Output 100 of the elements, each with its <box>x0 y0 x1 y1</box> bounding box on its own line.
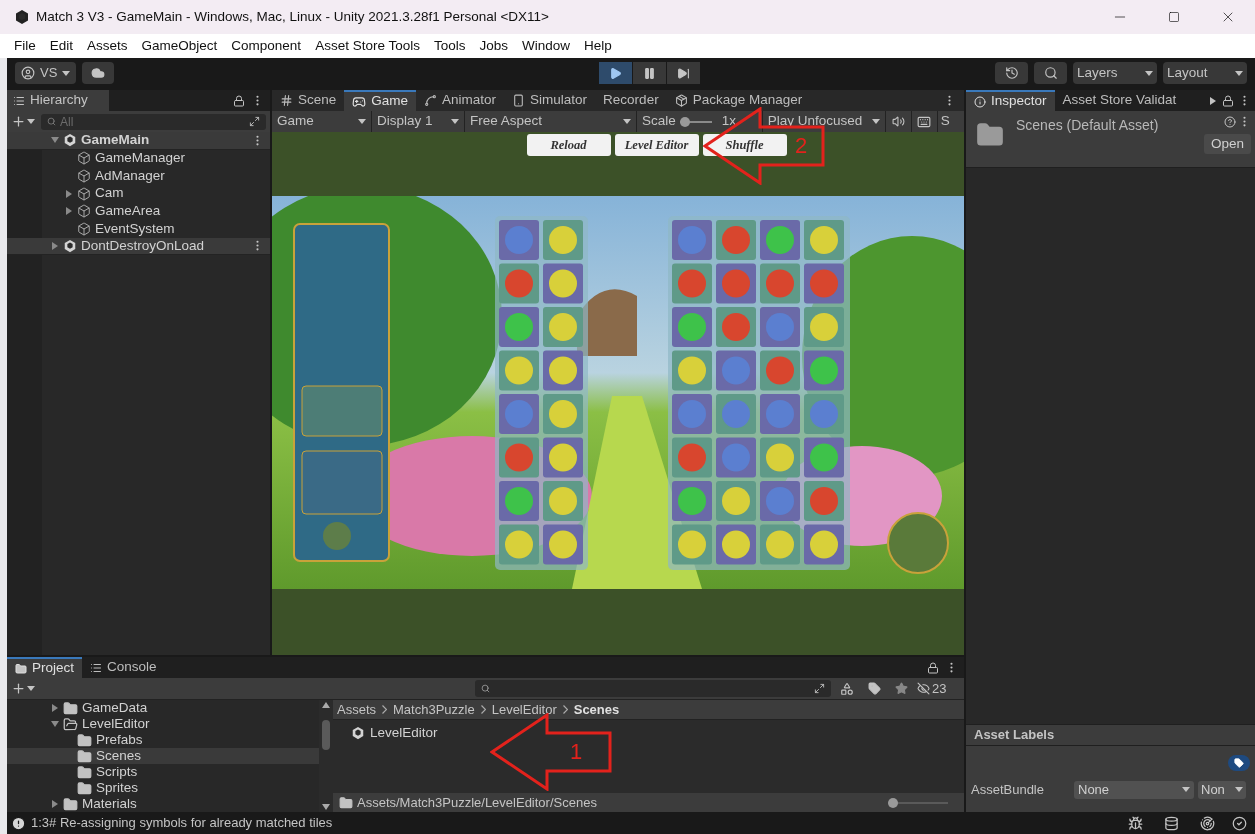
scroll-thumb[interactable] <box>322 720 330 750</box>
tree-arrow-icon[interactable] <box>51 720 59 728</box>
aspect-dropdown[interactable]: Free Aspect <box>465 111 637 132</box>
game-button[interactable]: Shuffle <box>702 134 787 156</box>
pause-button[interactable] <box>633 62 667 84</box>
asset-bundle-dropdown[interactable]: None <box>1074 780 1194 799</box>
tag-button[interactable] <box>1228 755 1250 771</box>
play-button[interactable] <box>599 62 633 84</box>
breadcrumb-item[interactable]: Assets <box>337 699 376 720</box>
add-button[interactable] <box>11 681 35 696</box>
tree-arrow-icon[interactable] <box>51 800 59 808</box>
panel-tab[interactable]: Package Manager <box>666 90 811 111</box>
display-dropdown[interactable]: Display 1 <box>372 111 465 132</box>
check-icon[interactable] <box>1232 815 1247 831</box>
favorite-icon[interactable] <box>895 682 908 695</box>
account-button[interactable]: VS <box>15 62 77 84</box>
panel-tab[interactable]: Recorder <box>595 90 667 111</box>
menu-item[interactable]: Tools <box>433 35 466 57</box>
panel-tab[interactable]: Inspector <box>966 90 1055 111</box>
type-filter-icon[interactable] <box>840 681 854 696</box>
cloud-button[interactable] <box>82 62 115 84</box>
hierarchy-item[interactable]: GameMain <box>7 132 270 150</box>
help-icon[interactable] <box>1224 115 1236 128</box>
breadcrumb-item[interactable]: Match3Puzzle <box>393 699 475 720</box>
hierarchy-label: EventSystem <box>95 219 175 238</box>
game-button[interactable]: Level Editor <box>614 134 699 156</box>
step-button[interactable] <box>667 62 701 84</box>
breadcrumb-item[interactable]: LevelEditor <box>491 699 557 720</box>
layers-dropdown[interactable]: Layers <box>1073 62 1157 84</box>
slider-thumb[interactable] <box>888 797 898 808</box>
lock-icon[interactable] <box>927 661 939 674</box>
panel-tab[interactable]: Project <box>7 657 83 678</box>
panel-tab[interactable]: Asset Store Validat <box>1054 90 1185 111</box>
asset-item[interactable]: LevelEditor <box>351 723 438 744</box>
panel-tab[interactable]: Hierarchy <box>7 90 109 111</box>
hierarchy-item[interactable]: DontDestroyOnLoad <box>7 237 270 256</box>
scrollbar[interactable] <box>319 700 333 812</box>
tree-arrow-icon[interactable] <box>65 189 73 198</box>
layout-dropdown[interactable]: Layout <box>1163 62 1247 84</box>
network-icon[interactable] <box>1200 815 1215 831</box>
scroll-down-icon[interactable] <box>322 804 330 810</box>
folder-tree-item[interactable]: Scripts <box>7 764 319 780</box>
scroll-tabs-icon[interactable] <box>1210 96 1216 105</box>
panel-tab[interactable]: Console <box>82 657 165 678</box>
menu-item[interactable]: Assets <box>87 35 128 57</box>
search-field[interactable] <box>475 680 831 697</box>
game-button[interactable]: Reload <box>526 134 611 156</box>
folder-icon <box>339 795 353 810</box>
window-title: Match 3 V3 - GameMain - Windows, Mac, Linux - Unity 2021.3.28f1 Personal <DX11> <box>36 7 549 26</box>
panel-tab[interactable]: Animator <box>416 90 505 111</box>
add-button[interactable] <box>11 114 35 129</box>
zoom-slider[interactable] <box>888 797 948 808</box>
asset-path: Assets/Match3Puzzle/LevelEditor/Scenes <box>357 793 597 812</box>
folder-tree-item[interactable]: GameData <box>7 700 319 716</box>
lock-icon[interactable] <box>233 94 245 107</box>
animator-icon <box>424 94 438 107</box>
variant-dropdown[interactable]: Non <box>1198 780 1246 799</box>
open-button[interactable]: Open <box>1203 134 1251 154</box>
panel-tab[interactable]: Simulator <box>504 90 596 111</box>
panel-tab[interactable]: Game <box>344 90 417 111</box>
cache-icon[interactable] <box>1164 815 1179 831</box>
search-button[interactable] <box>1034 62 1067 84</box>
tree-arrow-icon[interactable] <box>65 207 73 216</box>
scroll-up-icon[interactable] <box>322 702 330 708</box>
folder-tree-item[interactable]: Materials <box>7 796 319 812</box>
hierarchy-item[interactable]: GameArea <box>7 202 270 220</box>
hierarchy-item[interactable]: AdManager <box>7 167 270 185</box>
menu-item[interactable]: Help <box>584 35 612 57</box>
menu-item[interactable]: Component <box>231 35 302 57</box>
debug-icon[interactable] <box>1128 815 1143 831</box>
hidden-packages-button[interactable]: 23 <box>917 678 947 699</box>
slider-thumb[interactable] <box>679 116 690 127</box>
menu-item[interactable]: GameObject <box>141 35 218 57</box>
tree-arrow-icon[interactable] <box>51 241 59 250</box>
label-filter-icon[interactable] <box>868 682 881 695</box>
folder-tree-item[interactable]: Prefabs <box>7 732 319 748</box>
hierarchy-item[interactable]: Cam <box>7 184 270 203</box>
gameobject-icon <box>77 169 91 183</box>
menu-item[interactable]: Jobs <box>479 35 508 57</box>
lock-icon[interactable] <box>1222 94 1234 107</box>
view-dropdown[interactable]: Game <box>272 111 372 132</box>
maximize-icon[interactable] <box>1168 11 1180 23</box>
folder-tree-item[interactable]: LevelEditor <box>7 716 319 732</box>
panel-tab[interactable]: Scene <box>272 90 345 111</box>
hierarchy-item[interactable]: EventSystem <box>7 219 270 238</box>
expand-icon[interactable] <box>249 116 260 127</box>
history-button[interactable] <box>995 62 1028 84</box>
folder-tree-item[interactable]: Scenes <box>7 748 319 764</box>
menu-item[interactable]: Window <box>522 35 570 57</box>
hierarchy-label: DontDestroyOnLoad <box>81 236 205 255</box>
breadcrumb-item[interactable]: Scenes <box>573 699 620 720</box>
folder-tree-item[interactable]: Sprites <box>7 780 319 796</box>
menu-item[interactable]: File <box>14 35 36 57</box>
scale-slider[interactable] <box>679 116 712 127</box>
menu-item[interactable]: Edit <box>49 35 74 57</box>
menu-item[interactable]: Asset Store Tools <box>315 35 420 57</box>
tree-arrow-icon[interactable] <box>51 704 59 712</box>
tree-arrow-icon[interactable] <box>51 136 59 145</box>
expand-icon[interactable] <box>814 683 825 694</box>
hierarchy-item[interactable]: GameManager <box>7 149 270 168</box>
